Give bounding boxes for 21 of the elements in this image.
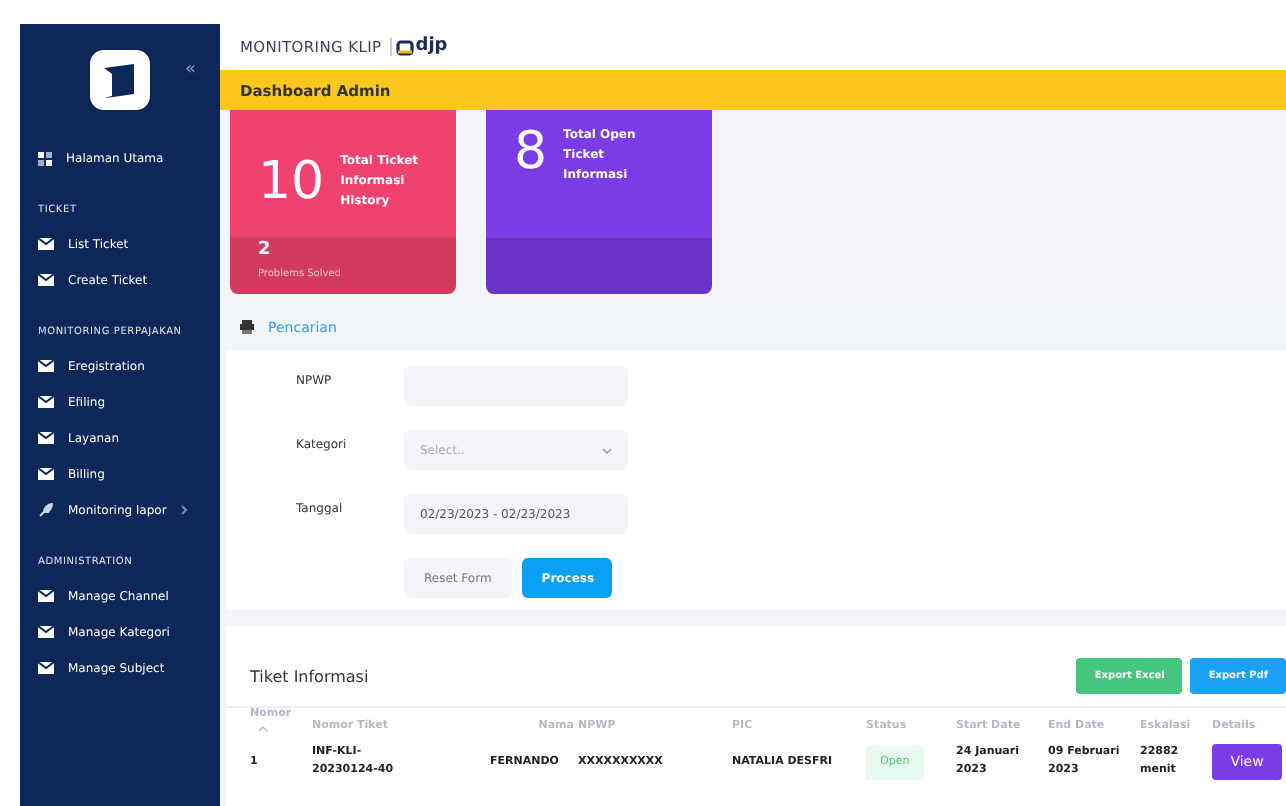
envelope-icon: [38, 432, 54, 444]
envelope-icon: [38, 360, 54, 372]
envelope-icon: [38, 468, 54, 480]
grid-icon: [38, 151, 52, 165]
envelope-icon: [38, 590, 54, 602]
envelope-icon: [38, 274, 54, 286]
logo-icon: [88, 48, 152, 112]
printer-icon: [240, 320, 254, 334]
chevron-right-icon: [180, 504, 189, 516]
envelope-icon: [38, 396, 54, 408]
square-logo-icon: [395, 39, 414, 55]
chevron-down-icon: [602, 447, 612, 453]
table-title: Tiket Informasi: [250, 667, 371, 685]
stat-value: 10: [258, 155, 325, 207]
envelope-icon: [38, 238, 54, 250]
envelope-icon: [38, 662, 54, 674]
envelope-icon: [38, 626, 54, 638]
logo-text: djp: [415, 38, 448, 56]
stat-value: 2: [258, 240, 273, 262]
stat-value: 8: [514, 126, 548, 178]
collapse-button[interactable]: «: [184, 60, 196, 80]
